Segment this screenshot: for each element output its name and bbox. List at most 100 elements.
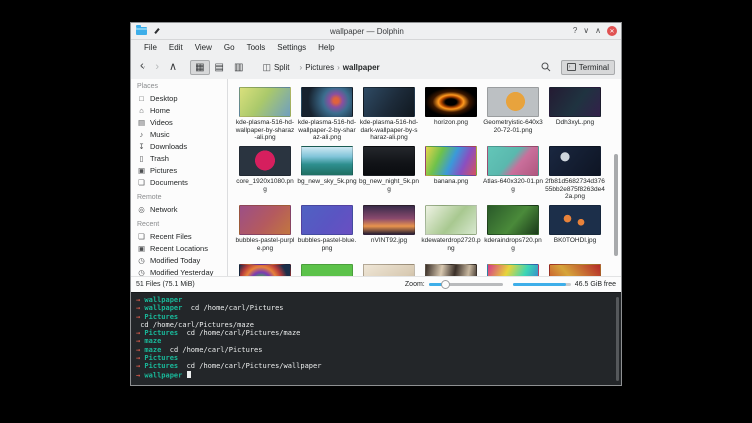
file-item[interactable]: horizon.png bbox=[420, 87, 482, 146]
file-name: core_1920x1080.png bbox=[235, 178, 295, 193]
file-name: Ddh3xyL.png bbox=[545, 119, 605, 127]
sidebar-item-home[interactable]: ⌂Home bbox=[137, 104, 227, 116]
file-item[interactable]: Geometryistic-640x320-72-01.png bbox=[482, 87, 544, 146]
zoom-slider-knob[interactable] bbox=[441, 280, 450, 289]
file-name: BK0TOHDl.jpg bbox=[545, 237, 605, 245]
menu-item-file[interactable]: File bbox=[139, 42, 162, 53]
file-item[interactable]: 2fb81d5682734d37655bb2e875f8263de42a.png bbox=[544, 146, 606, 205]
file-item[interactable]: bg_new_night_5k.png bbox=[358, 146, 420, 205]
icons-view-button[interactable]: ▦ bbox=[190, 60, 209, 75]
sidebar-item-pictures[interactable]: ▣Pictures bbox=[137, 164, 227, 176]
maximize-button[interactable]: ∧ bbox=[595, 26, 601, 36]
menu-item-tools[interactable]: Tools bbox=[242, 42, 271, 53]
file-name: Geometryistic-640x320-72-01.png bbox=[483, 119, 543, 134]
search-button[interactable] bbox=[539, 60, 553, 74]
close-button[interactable]: ✕ bbox=[607, 26, 617, 36]
sidebar-item-label: Desktop bbox=[150, 94, 178, 103]
file-item[interactable]: bg_new_sky_5k.png bbox=[296, 146, 358, 205]
file-item[interactable] bbox=[420, 264, 482, 276]
modified-yesterday-icon: ◷ bbox=[137, 268, 146, 277]
file-thumbnail bbox=[363, 205, 415, 235]
zoom-slider[interactable] bbox=[429, 283, 503, 286]
file-item[interactable] bbox=[358, 264, 420, 276]
terminal-line: → wallpaper bbox=[136, 371, 621, 380]
file-name: horizon.png bbox=[421, 119, 481, 127]
minimize-button[interactable]: ∨ bbox=[583, 26, 589, 36]
file-thumbnail bbox=[425, 146, 477, 176]
file-item[interactable]: kde-plasma-516-hd-dark-wallpaper-by-shar… bbox=[358, 87, 420, 146]
file-item[interactable]: BK0TOHDl.jpg bbox=[544, 205, 606, 264]
file-thumbnail bbox=[301, 146, 353, 176]
file-item[interactable]: kdewaterdrop2720.png bbox=[420, 205, 482, 264]
capacity-bar bbox=[513, 283, 571, 286]
file-thumbnail bbox=[549, 146, 601, 176]
help-button[interactable]: ? bbox=[573, 26, 577, 36]
sidebar-section-remote: Remote bbox=[137, 194, 227, 201]
file-item[interactable] bbox=[544, 264, 606, 276]
sidebar-item-videos[interactable]: ▤Videos bbox=[137, 116, 227, 128]
breadcrumb-pictures[interactable]: Pictures bbox=[305, 63, 334, 72]
forward-button[interactable]: › bbox=[152, 59, 162, 75]
file-item[interactable]: nVINT92.jpg bbox=[358, 205, 420, 264]
details-view-button[interactable]: ▤ bbox=[210, 60, 229, 75]
back-caret-icon: ∨ bbox=[142, 65, 146, 71]
file-item[interactable] bbox=[482, 264, 544, 276]
prompt-directory: Pictures bbox=[140, 313, 178, 321]
file-thumbnail bbox=[487, 205, 539, 235]
file-item[interactable]: Atlas-640x320-01.png bbox=[482, 146, 544, 205]
file-item[interactable]: banana.png bbox=[420, 146, 482, 205]
sidebar-item-label: Videos bbox=[150, 118, 173, 127]
sidebar-item-label: Network bbox=[150, 205, 178, 214]
pictures-icon: ▣ bbox=[137, 166, 146, 175]
back-button[interactable]: ‹∨ bbox=[137, 58, 148, 76]
breadcrumb-wallpaper[interactable]: wallpaper bbox=[343, 63, 380, 72]
sidebar-item-label: Modified Yesterday bbox=[150, 268, 213, 277]
pin-icon bbox=[154, 28, 161, 35]
vertical-scrollbar[interactable] bbox=[614, 154, 618, 256]
files-summary: 51 Files (75.1 MiB) bbox=[136, 281, 195, 288]
file-item[interactable]: core_1920x1080.png bbox=[234, 146, 296, 205]
terminal-panel[interactable]: → wallpaper→ wallpaper cd /home/carl/Pic… bbox=[131, 292, 621, 385]
up-button[interactable]: ∧ bbox=[166, 59, 180, 75]
terminal-line: cd /home/carl/Pictures/maze bbox=[136, 321, 621, 329]
file-item[interactable]: bubbles-pastel-purple.png bbox=[234, 205, 296, 264]
dolphin-window: wallpaper — Dolphin ? ∨ ∧ ✕ FileEditView… bbox=[130, 22, 622, 386]
sidebar-item-recent-locations[interactable]: ▣Recent Locations bbox=[137, 242, 227, 254]
file-item[interactable]: Ddh3xyL.png bbox=[544, 87, 606, 146]
sidebar-item-label: Documents bbox=[150, 178, 188, 187]
split-button[interactable]: ◫ Split bbox=[258, 60, 293, 75]
sidebar-item-network[interactable]: ◎Network bbox=[137, 203, 227, 215]
command-text: cd /home/carl/Pictures/maze bbox=[178, 329, 300, 337]
sidebar-item-trash[interactable]: ▯Trash bbox=[137, 152, 227, 164]
sidebar-item-music[interactable]: ♪Music bbox=[137, 128, 227, 140]
sidebar-item-documents[interactable]: ❏Documents bbox=[137, 176, 227, 188]
terminal-line: → maze bbox=[136, 337, 621, 345]
menu-item-edit[interactable]: Edit bbox=[164, 42, 188, 53]
file-item[interactable]: kderaindrops720.png bbox=[482, 205, 544, 264]
sidebar-item-desktop[interactable]: □Desktop bbox=[137, 92, 227, 104]
columns-view-button[interactable]: ▥ bbox=[229, 60, 248, 75]
sidebar-item-modified-yesterday[interactable]: ◷ Modified Yesterday bbox=[137, 266, 227, 276]
prompt-directory: wallpaper bbox=[140, 296, 182, 304]
file-item[interactable]: bubbles-pastel-blue.png bbox=[296, 205, 358, 264]
file-item[interactable]: kde-plasma-516-hd-wallpaper-2-by-sharaz-… bbox=[296, 87, 358, 146]
columns-view-icon: ▥ bbox=[234, 62, 243, 73]
sidebar-item-recent-files[interactable]: ❏Recent Files bbox=[137, 230, 227, 242]
menu-item-settings[interactable]: Settings bbox=[272, 42, 311, 53]
terminal-scrollbar[interactable] bbox=[616, 297, 619, 381]
sidebar-item-modified-today[interactable]: ◷Modified Today bbox=[137, 254, 227, 266]
file-item[interactable] bbox=[234, 264, 296, 276]
sidebar-item-downloads[interactable]: ↧Downloads bbox=[137, 140, 227, 152]
menu-item-help[interactable]: Help bbox=[313, 42, 339, 53]
recent-files-icon: ❏ bbox=[137, 232, 146, 241]
file-thumbnail bbox=[487, 87, 539, 117]
file-view[interactable]: kde-plasma-516-hd-wallpaper-by-sharaz-al… bbox=[228, 79, 621, 276]
menu-item-go[interactable]: Go bbox=[219, 42, 240, 53]
file-item[interactable]: kde-plasma-516-hd-wallpaper-by-sharaz-al… bbox=[234, 87, 296, 146]
terminal-cursor bbox=[187, 371, 192, 379]
split-label: Split bbox=[274, 63, 290, 72]
terminal-toggle-button[interactable]: › Terminal bbox=[561, 60, 615, 75]
menu-item-view[interactable]: View bbox=[190, 42, 217, 53]
title-bar[interactable]: wallpaper — Dolphin ? ∨ ∧ ✕ bbox=[131, 23, 621, 40]
file-item[interactable] bbox=[296, 264, 358, 276]
